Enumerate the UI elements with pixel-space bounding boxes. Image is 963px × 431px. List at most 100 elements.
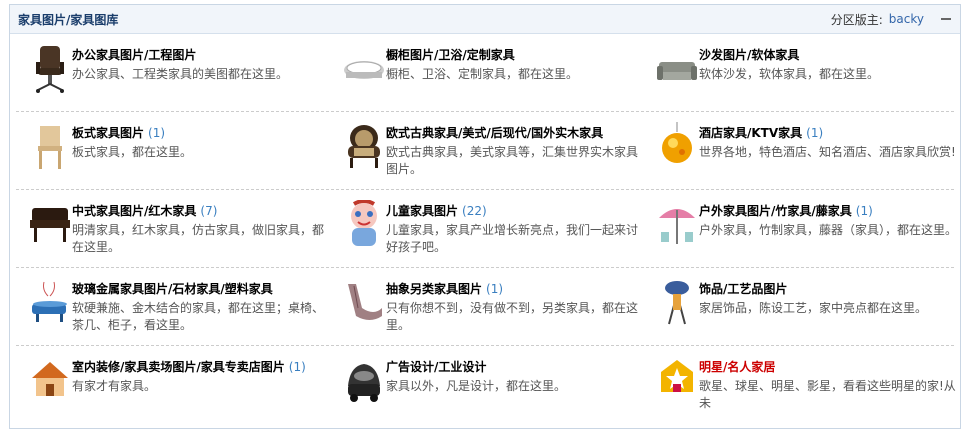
forum-text: 明星/名人家居歌星、球星、明星、影星，看看这些明星的家!从未 — [699, 358, 957, 412]
forum-row: 室内装修/家具卖场图片/家具专卖店图片 (1) 有家才有家具。 广告设计/工业设计 家具… — [16, 346, 956, 423]
disco-ball-icon[interactable] — [655, 122, 699, 172]
forum-count: (1) — [855, 204, 873, 218]
moderator-info: 分区版主: backy — [831, 11, 952, 28]
forum-item: 欧式古典家具/美式/后现代/国外实木家具欧式古典家具，美式家具等，汇集世界实木家… — [336, 112, 646, 189]
chinese-bench-icon[interactable] — [28, 200, 72, 250]
forum-description: 软硬兼施、金木结合的家具，都在这里；桌椅、茶几、柜子，看这里。 — [72, 301, 325, 332]
forum-text: 中式家具图片/红木家具 (7) 明清家具，红木家具，仿古家具，做旧家具，都在这里。 — [72, 202, 330, 256]
forum-title-line: 广告设计/工业设计 — [386, 358, 644, 375]
forum-text: 广告设计/工业设计 家具以外，凡是设计，都在这里。 — [386, 358, 644, 395]
forum-title-line: 玻璃金属家具图片/石材家具/塑料家具 — [72, 280, 330, 297]
forum-title-line: 中式家具图片/红木家具 (7) — [72, 202, 330, 219]
forum-link[interactable]: 酒店家具/KTV家具 — [699, 126, 802, 140]
baby-icon[interactable] — [342, 199, 386, 250]
forum-item: 抽象另类家具图片 (1) 只有你想不到，没有做不到，另类家具，都在这里。 — [336, 268, 646, 345]
forum-count: (1) — [288, 360, 306, 374]
house-icon[interactable] — [28, 356, 72, 406]
forum-text: 办公家具图片/工程图片办公家具、工程类家具的美图都在这里。 — [72, 46, 330, 83]
forum-description: 歌星、球星、明星、影星，看看这些明星的家!从未 — [699, 379, 956, 410]
forum-row: 办公家具图片/工程图片 办公家具、工程类家具的美图都在这里。 橱柜图片/卫浴/定制家… — [16, 34, 954, 112]
forum-text: 室内装修/家具卖场图片/家具专卖店图片 (1) 有家才有家具。 — [72, 358, 330, 395]
forum-text: 户外家具图片/竹家具/藤家具 (1) 户外家具，竹制家具，藤器（家具），都在这里。 — [699, 202, 957, 239]
forum-description: 有家才有家具。 — [72, 379, 157, 393]
forum-title-line: 明星/名人家居 — [699, 358, 957, 375]
forum-description: 办公家具、工程类家具的美图都在这里。 — [72, 67, 289, 81]
forum-row: 板式家具图片 (1) 板式家具，都在这里。 欧式古典家具/美式/后现代/国外实木家具欧… — [16, 112, 956, 190]
forum-text: 抽象另类家具图片 (1) 只有你想不到，没有做不到，另类家具，都在这里。 — [386, 280, 644, 334]
forum-count: (1) — [486, 282, 504, 296]
moderator-label: 分区版主: — [830, 12, 883, 27]
forum-item: 室内装修/家具卖场图片/家具专卖店图片 (1) 有家才有家具。 — [22, 346, 332, 423]
forum-title-line: 室内装修/家具卖场图片/家具专卖店图片 (1) — [72, 358, 330, 375]
glass-table-icon[interactable] — [28, 278, 72, 328]
forum-item: 儿童家具图片 (22) 儿童家具，家具产业增长新亮点，我们一起来讨好孩子吧。 — [336, 190, 646, 267]
forum-link[interactable]: 广告设计/工业设计 — [386, 360, 486, 374]
forum-link[interactable]: 橱柜图片/卫浴/定制家具 — [386, 48, 515, 62]
forum-link[interactable]: 办公家具图片/工程图片 — [72, 48, 196, 62]
office-chair-icon[interactable] — [28, 44, 72, 94]
forum-item: 广告设计/工业设计 家具以外，凡是设计，都在这里。 — [336, 346, 646, 423]
forum-description: 软体沙发，软体家具，都在这里。 — [699, 67, 880, 81]
forum-item: 明星/名人家居歌星、球星、明星、影星，看看这些明星的家!从未 — [649, 346, 959, 423]
forum-link[interactable]: 明星/名人家居 — [699, 360, 775, 374]
forum-item: 中式家具图片/红木家具 (7) 明清家具，红木家具，仿古家具，做旧家具，都在这里。 — [22, 190, 332, 267]
armchair-icon[interactable] — [342, 122, 386, 172]
forum-title-line: 欧式古典家具/美式/后现代/国外实木家具 — [386, 124, 644, 141]
car-icon[interactable] — [342, 356, 386, 406]
forum-link[interactable]: 玻璃金属家具图片/石材家具/塑料家具 — [72, 282, 273, 296]
forum-item: 户外家具图片/竹家具/藤家具 (1) 户外家具，竹制家具，藤器（家具），都在这里。 — [649, 190, 959, 267]
forum-text: 玻璃金属家具图片/石材家具/塑料家具软硬兼施、金木结合的家具，都在这里；桌椅、茶… — [72, 280, 330, 334]
forum-title-line: 户外家具图片/竹家具/藤家具 (1) — [699, 202, 957, 219]
forum-description: 家居饰品，陈设工艺，家中亮点都在这里。 — [699, 301, 928, 315]
forum-title-line: 抽象另类家具图片 (1) — [386, 280, 644, 297]
bathtub-icon[interactable] — [342, 44, 386, 94]
forum-title-line: 橱柜图片/卫浴/定制家具 — [386, 46, 644, 63]
patio-umbrella-icon[interactable] — [655, 200, 699, 250]
forum-description: 世界各地，特色酒店、知名酒店、酒店家具欣赏! — [699, 145, 956, 159]
forum-link[interactable]: 板式家具图片 — [72, 126, 144, 140]
section-header: 家具图片/家具图库 分区版主: backy — [10, 5, 960, 34]
forum-title-line: 饰品/工艺品图片 — [699, 280, 957, 297]
forum-description: 欧式古典家具，美式家具等，汇集世界实木家具图片。 — [386, 145, 639, 176]
forum-item: 沙发图片/软体家具软体沙发，软体家具，都在这里。 — [649, 34, 959, 111]
sofa-icon[interactable] — [655, 44, 699, 94]
forum-link[interactable]: 抽象另类家具图片 — [386, 282, 482, 296]
forum-title-line: 儿童家具图片 (22) — [386, 202, 644, 219]
forum-text: 欧式古典家具/美式/后现代/国外实木家具欧式古典家具，美式家具等，汇集世界实木家… — [386, 124, 644, 178]
forum-description: 户外家具，竹制家具，藤器（家具），都在这里。 — [699, 223, 958, 237]
section-title[interactable]: 家具图片/家具图库 — [18, 11, 118, 28]
forum-link[interactable]: 儿童家具图片 — [386, 204, 458, 218]
wooden-chair-icon[interactable] — [28, 122, 72, 172]
star-home-icon[interactable] — [655, 356, 699, 406]
forum-section: 家具图片/家具图库 分区版主: backy 办公家具图片/工程图片办公家具、工程… — [9, 4, 961, 429]
forum-row: 中式家具图片/红木家具 (7) 明清家具，红木家具，仿古家具，做旧家具，都在这里。 儿… — [16, 190, 957, 268]
forum-title-line: 沙发图片/软体家具 — [699, 46, 957, 63]
forum-item: 玻璃金属家具图片/石材家具/塑料家具软硬兼施、金木结合的家具，都在这里；桌椅、茶… — [22, 268, 332, 345]
forum-count: (22) — [462, 204, 487, 218]
forum-link[interactable]: 欧式古典家具/美式/后现代/国外实木家具 — [386, 126, 603, 140]
forum-description: 儿童家具，家具产业增长新亮点，我们一起来讨好孩子吧。 — [386, 223, 639, 254]
forum-item: 酒店家具/KTV家具 (1) 世界各地，特色酒店、知名酒店、酒店家具欣赏! — [649, 112, 959, 189]
forum-title-line: 酒店家具/KTV家具 (1) — [699, 124, 957, 141]
forum-item: 板式家具图片 (1) 板式家具，都在这里。 — [22, 112, 332, 189]
forum-description: 板式家具，都在这里。 — [72, 145, 193, 159]
forum-link[interactable]: 沙发图片/软体家具 — [699, 48, 799, 62]
forum-count: (1) — [148, 126, 166, 140]
forum-description: 明清家具，红木家具，仿古家具，做旧家具，都在这里。 — [72, 223, 325, 254]
collapse-icon[interactable] — [940, 14, 952, 24]
lamp-icon[interactable] — [655, 278, 699, 328]
forum-item: 饰品/工艺品图片家居饰品，陈设工艺，家中亮点都在这里。 — [649, 268, 959, 345]
forum-link[interactable]: 户外家具图片/竹家具/藤家具 — [699, 204, 852, 218]
forum-link[interactable]: 中式家具图片/红木家具 — [72, 204, 196, 218]
forum-description: 只有你想不到，没有做不到，另类家具，都在这里。 — [386, 301, 639, 332]
forum-text: 饰品/工艺品图片家居饰品，陈设工艺，家中亮点都在这里。 — [699, 280, 957, 317]
forum-text: 板式家具图片 (1) 板式家具，都在这里。 — [72, 124, 330, 161]
forum-text: 沙发图片/软体家具软体沙发，软体家具，都在这里。 — [699, 46, 957, 83]
forum-item: 橱柜图片/卫浴/定制家具 橱柜、卫浴、定制家具，都在这里。 — [336, 34, 646, 111]
forum-text: 酒店家具/KTV家具 (1) 世界各地，特色酒店、知名酒店、酒店家具欣赏! — [699, 124, 957, 161]
abstract-chair-icon[interactable] — [342, 278, 386, 328]
moderator-link[interactable]: backy — [889, 12, 924, 26]
forum-link[interactable]: 饰品/工艺品图片 — [699, 282, 787, 296]
forum-link[interactable]: 室内装修/家具卖场图片/家具专卖店图片 — [72, 360, 285, 374]
forum-count: (7) — [200, 204, 218, 218]
